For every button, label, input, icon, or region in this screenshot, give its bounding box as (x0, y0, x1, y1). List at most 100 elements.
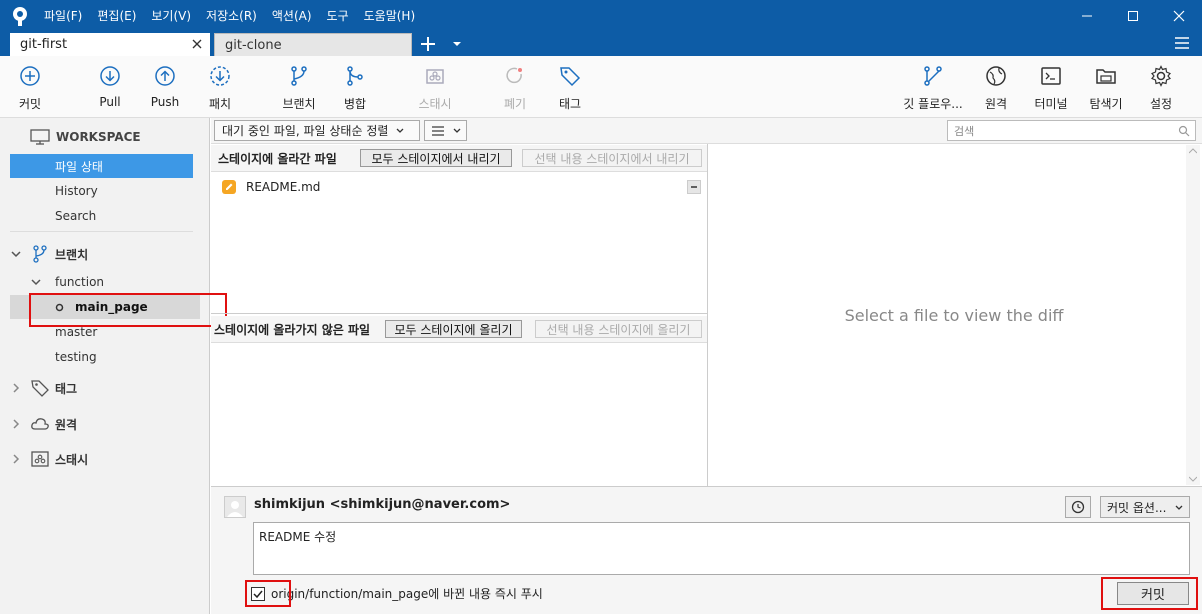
remotes-title: 원격 (55, 417, 78, 432)
stash-icon (426, 69, 444, 84)
fetch-button[interactable]: 패치 (192, 64, 248, 112)
commit-history-button[interactable] (1065, 496, 1091, 518)
sidebar-divider (10, 231, 193, 232)
sidebar-item-file-status[interactable]: 파일 상태 (10, 154, 193, 178)
tag-icon (31, 380, 49, 397)
tab-label: git-first (20, 37, 68, 52)
fetch-dashed-circle-icon (210, 66, 230, 86)
tab-list-dropdown-icon[interactable] (450, 37, 464, 51)
chevron-down-icon (31, 279, 41, 286)
menu-file[interactable]: 파일(F) (44, 7, 82, 24)
tag-button[interactable]: 태그 (542, 64, 598, 112)
view-mode-dropdown[interactable] (424, 120, 467, 141)
commit-options-dropdown[interactable]: 커밋 옵션... (1100, 496, 1190, 518)
explorer-button[interactable]: 탐색기 (1078, 64, 1134, 112)
explorer-label: 탐색기 (1089, 97, 1123, 111)
tags-title: 태그 (55, 381, 78, 396)
branch-folder-function[interactable]: function (30, 270, 104, 294)
remote-label: 원격 (984, 97, 1008, 111)
scroll-down-icon[interactable] (1189, 476, 1197, 482)
menu-edit[interactable]: 편집(E) (97, 7, 136, 24)
pull-label: Pull (99, 95, 121, 109)
branches-title: 브랜치 (55, 247, 89, 262)
push-immediately-option[interactable]: origin/function/main_page에 바뀐 내용 즉시 푸시 (251, 585, 543, 602)
chevron-down-icon (11, 251, 21, 258)
git-flow-label: 깃 플로우... (903, 97, 963, 111)
push-checkbox-label: origin/function/main_page에 바뀐 내용 즉시 푸시 (271, 587, 543, 601)
settings-label: 설정 (1149, 97, 1173, 111)
unstage-all-button[interactable]: 모두 스테이지에서 내리기 (360, 149, 512, 167)
discard-button[interactable]: 폐기 (487, 64, 543, 112)
unstaged-files-header: 스테이지에 올라가지 않은 파일 모두 스테이지에 올리기 선택 내용 스테이지… (211, 316, 708, 343)
menu-actions[interactable]: 액션(A) (272, 7, 312, 24)
search-placeholder: 검색 (954, 124, 975, 138)
minimize-button[interactable] (1064, 0, 1110, 31)
arrow-down-circle-icon (100, 66, 120, 86)
sidebar-group-stashes[interactable]: 스태시 (10, 447, 88, 471)
discard-icon (506, 67, 522, 84)
branch-button[interactable]: 브랜치 (271, 64, 327, 112)
chevron-right-icon (13, 383, 20, 393)
terminal-icon (1041, 67, 1061, 85)
sidebar: WORKSPACE 파일 상태 History Search 브랜치 funct… (0, 118, 210, 614)
push-button[interactable]: Push (137, 64, 193, 109)
menu-repository[interactable]: 저장소(R) (206, 7, 257, 24)
stash-button[interactable]: 스태시 (407, 64, 463, 112)
tab-git-first[interactable]: git-first (10, 33, 210, 56)
chevron-down-icon (453, 128, 461, 133)
menu-view[interactable]: 보기(V) (151, 7, 191, 24)
chevron-right-icon (13, 419, 20, 429)
title-bar: 파일(F) 편집(E) 보기(V) 저장소(R) 액션(A) 도구 도움말(H) (0, 0, 1202, 31)
scroll-up-icon[interactable] (1189, 148, 1197, 154)
terminal-button[interactable]: 터미널 (1023, 64, 1079, 112)
sourcetree-logo-icon (10, 6, 30, 26)
staged-file-row[interactable]: README.md (211, 176, 708, 198)
sidebar-group-tags[interactable]: 태그 (10, 376, 77, 400)
sidebar-item-search[interactable]: Search (10, 204, 193, 228)
clock-icon (1071, 500, 1085, 514)
highlight-box-checkbox (245, 580, 291, 607)
globe-icon (986, 66, 1006, 86)
menu-help[interactable]: 도움말(H) (364, 7, 416, 24)
discard-label: 폐기 (503, 97, 527, 111)
git-flow-button[interactable]: 깃 플로우... (903, 64, 963, 112)
settings-button[interactable]: 설정 (1133, 64, 1189, 112)
hamburger-menu-icon[interactable] (1174, 36, 1190, 50)
stage-all-button[interactable]: 모두 스테이지에 올리기 (385, 320, 522, 338)
merge-button[interactable]: 병합 (327, 64, 383, 112)
pull-button[interactable]: Pull (82, 64, 138, 109)
commit-options-label: 커밋 옵션... (1107, 500, 1167, 515)
tab-git-clone[interactable]: git-clone (214, 33, 412, 56)
stage-selected-button[interactable]: 선택 내용 스테이지에 올리기 (535, 320, 702, 338)
sidebar-item-history[interactable]: History (10, 179, 193, 203)
close-window-button[interactable] (1156, 0, 1202, 31)
toolbar: 커밋 Pull Push 패치 브랜치 병합 스태시 폐기 태그 깃 플로우..… (0, 56, 1202, 118)
remote-button[interactable]: 원격 (968, 64, 1024, 112)
commit-label: 커밋 (18, 97, 42, 111)
merge-label: 병합 (343, 97, 367, 111)
diff-scrollbar[interactable] (1186, 145, 1200, 485)
commit-area: shimkijun <shimkijun@naver.com> 커밋 옵션...… (211, 486, 1202, 614)
close-tab-icon[interactable] (190, 37, 204, 51)
sidebar-group-branches[interactable]: 브랜치 (10, 242, 88, 266)
merge-icon (347, 66, 363, 86)
chevron-down-icon (1175, 505, 1183, 510)
stash-icon (31, 451, 49, 467)
branch-item-testing[interactable]: testing (10, 345, 193, 369)
sort-filter-label: 대기 중인 파일, 파일 상태순 정렬 (222, 124, 389, 138)
maximize-button[interactable] (1110, 0, 1156, 31)
gear-icon (1151, 65, 1171, 87)
menu-tools[interactable]: 도구 (327, 7, 349, 24)
branch-icon (33, 245, 47, 263)
search-input[interactable]: 검색 (947, 120, 1196, 141)
add-tab-icon[interactable] (418, 34, 438, 54)
unstage-file-icon[interactable] (687, 180, 701, 194)
commit-message-input[interactable]: README 수정 (253, 522, 1190, 575)
sort-filter-dropdown[interactable]: 대기 중인 파일, 파일 상태순 정렬 (214, 120, 420, 141)
panel-divider (211, 313, 708, 314)
sidebar-group-remotes[interactable]: 원격 (10, 412, 77, 436)
commit-toolbar-button[interactable]: 커밋 (2, 64, 58, 112)
tab-bar: git-first git-clone (0, 31, 1202, 56)
arrow-up-circle-icon (155, 66, 175, 86)
unstage-selected-button[interactable]: 선택 내용 스테이지에서 내리기 (522, 149, 702, 167)
